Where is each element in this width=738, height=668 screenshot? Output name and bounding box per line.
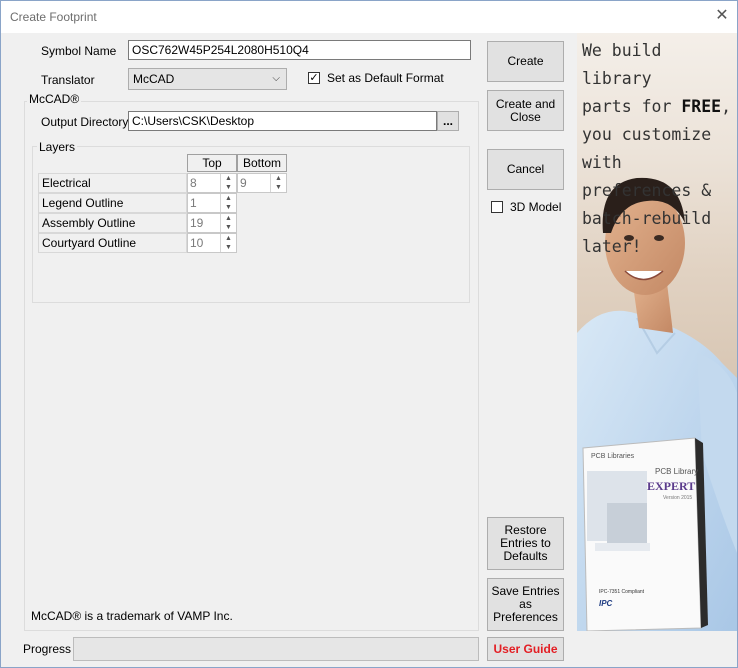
3d-model-checkbox[interactable]: [491, 201, 503, 213]
box-title-1: PCB Library: [655, 467, 699, 476]
chevron-down-icon: ⌵: [272, 73, 280, 84]
close-icon[interactable]: ✕: [713, 7, 731, 25]
assembly-top-stepper[interactable]: 19 ▲ ▼: [187, 213, 237, 233]
restore-defaults-button[interactable]: Restore Entries to Defaults: [487, 517, 564, 570]
translator-label: Translator: [41, 73, 95, 87]
courtyard-top-value: 10: [190, 236, 204, 250]
legend-top-stepper[interactable]: 1 ▲ ▼: [187, 193, 237, 213]
box-version: Version 2015: [663, 495, 693, 501]
ad-line-2: parts for FREE,: [582, 97, 732, 116]
user-guide-label: User Guide: [493, 641, 558, 656]
ad-line-1: We build library: [582, 41, 662, 88]
column-header-bottom: Bottom: [237, 154, 287, 172]
create-footprint-window: Create Footprint ✕ Symbol Name OSC762W45…: [0, 0, 738, 668]
ad-line-5: batch-rebuild later!: [582, 209, 712, 256]
3d-model-label: 3D Model: [510, 200, 562, 214]
spin-arrows-icon[interactable]: ▲ ▼: [220, 234, 236, 252]
create-and-close-button[interactable]: Create and Close: [487, 90, 564, 131]
layers-group-title: Layers: [37, 140, 78, 154]
symbol-name-input[interactable]: OSC762W45P254L2080H510Q4: [128, 40, 471, 60]
window-title: Create Footprint: [10, 10, 97, 24]
spin-arrows-icon[interactable]: ▲ ▼: [220, 214, 236, 232]
output-directory-input[interactable]: C:\Users\CSK\Desktop: [128, 111, 437, 131]
mccad-group-title: McCAD®: [27, 92, 82, 106]
translator-value: McCAD: [133, 72, 175, 86]
output-directory-label: Output Directory: [41, 115, 129, 129]
title-bar: Create Footprint ✕: [1, 1, 737, 33]
progress-bar: [73, 637, 479, 661]
trademark-text: McCAD® is a trademark of VAMP Inc.: [31, 609, 233, 623]
advertisement-banner[interactable]: We build library parts for FREE, you cus…: [577, 33, 737, 631]
create-button[interactable]: Create: [487, 41, 564, 82]
symbol-name-label: Symbol Name: [41, 44, 117, 58]
electrical-top-value: 8: [190, 176, 197, 190]
electrical-top-stepper[interactable]: 8 ▲ ▼: [187, 173, 237, 193]
default-format-checkbox[interactable]: ✓: [308, 72, 320, 84]
legend-top-value: 1: [190, 196, 197, 210]
column-header-top: Top: [187, 154, 237, 172]
ad-line-3: you customize: [582, 125, 712, 144]
electrical-bottom-value: 9: [240, 176, 247, 190]
spin-arrows-icon[interactable]: ▲ ▼: [270, 174, 286, 192]
spin-arrows-icon[interactable]: ▲ ▼: [220, 194, 236, 212]
box-compliant: IPC-7351 Compliant: [599, 589, 645, 595]
box-title-2: EXPERT: [647, 479, 696, 493]
courtyard-top-stepper[interactable]: 10 ▲ ▼: [187, 233, 237, 253]
user-guide-button[interactable]: User Guide: [487, 637, 564, 661]
save-preferences-button[interactable]: Save Entries as Preferences: [487, 578, 564, 631]
layer-row-electrical: Electrical: [38, 173, 187, 193]
layer-row-assembly: Assembly Outline: [38, 213, 187, 233]
spin-arrows-icon[interactable]: ▲ ▼: [220, 174, 236, 192]
cancel-button[interactable]: Cancel: [487, 149, 564, 190]
advertisement-text: We build library parts for FREE, you cus…: [582, 37, 737, 261]
dialog-body: Symbol Name OSC762W45P254L2080H510Q4 Tra…: [1, 33, 737, 667]
ad-line-4: with preferences &: [582, 153, 712, 200]
electrical-bottom-stepper[interactable]: 9 ▲ ▼: [237, 173, 287, 193]
layer-row-courtyard: Courtyard Outline: [38, 233, 187, 253]
browse-button[interactable]: ...: [437, 111, 459, 131]
progress-label: Progress: [23, 642, 72, 656]
box-brand: PCB Libraries: [591, 453, 635, 460]
translator-select[interactable]: McCAD ⌵: [128, 68, 287, 90]
assembly-top-value: 19: [190, 216, 204, 230]
default-format-label: Set as Default Format: [327, 71, 444, 85]
ipc-logo: IPC: [599, 599, 613, 608]
layer-row-legend: Legend Outline: [38, 193, 187, 213]
